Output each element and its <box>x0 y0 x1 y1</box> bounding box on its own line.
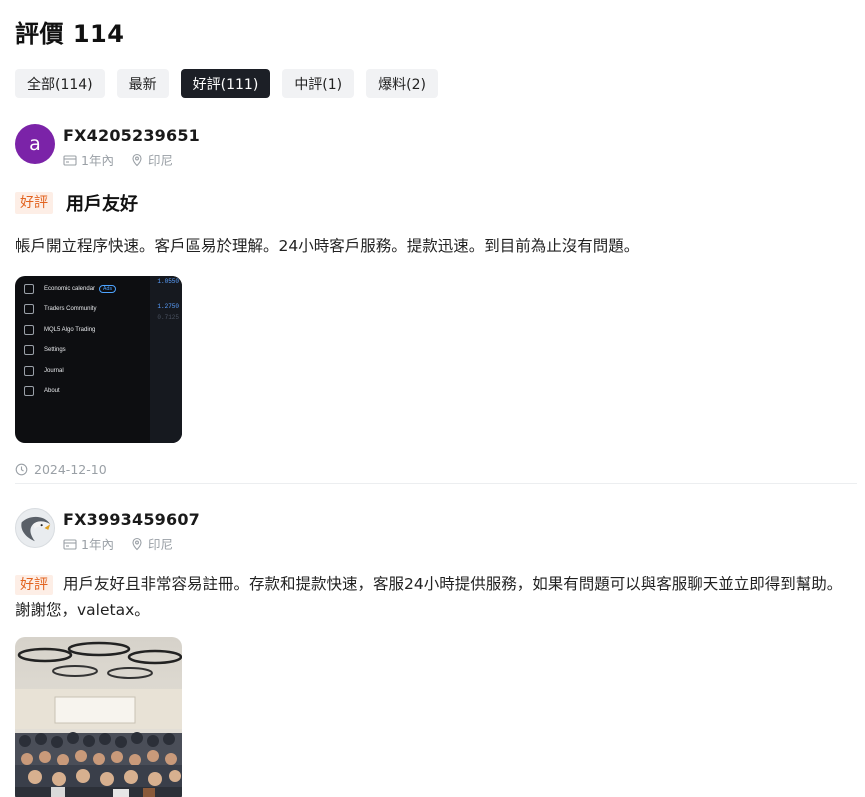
user-location: 印尼 <box>147 153 173 168</box>
menu-item-label: About <box>44 388 60 394</box>
user-info: FX3993459607 1年內 印尼 <box>63 508 200 553</box>
price-value: 0.7125 <box>157 314 179 321</box>
price-value: 1.2750 <box>157 303 179 310</box>
review-user-row: FX3993459607 1年內 印尼 <box>15 508 855 553</box>
review-card: a FX4205239651 1年內 印尼 好評 用戶友好 帳戶開立程序快速。客… <box>15 124 855 477</box>
review-card: FX3993459607 1年內 印尼 好評 用戶友好且非常容易註冊。存款和提款快… <box>15 508 855 797</box>
avatar[interactable]: a <box>15 124 55 164</box>
tab-all[interactable]: 全部(114) <box>15 69 105 98</box>
review-body: 好評 用戶友好且非常容易註冊。存款和提款快速，客服24小時提供服務，如果有問題可以… <box>15 571 855 623</box>
user-info: FX4205239651 1年內 印尼 <box>63 124 200 169</box>
reviews-page: 評價 114 全部(114) 最新 好評(111) 中評(1) 爆料(2) a … <box>0 0 865 797</box>
menu-item-label: Economic calendar <box>44 286 96 292</box>
review-user-row: a FX4205239651 1年內 印尼 <box>15 124 855 169</box>
menu-item-label: MQL5 Algo Trading <box>44 327 96 333</box>
filter-tabs: 全部(114) 最新 好評(111) 中評(1) 爆料(2) <box>15 69 438 98</box>
tab-neutral[interactable]: 中評(1) <box>282 69 355 98</box>
tab-latest[interactable]: 最新 <box>116 69 169 98</box>
account-duration: 1年內 <box>81 537 114 552</box>
review-divider <box>15 483 857 484</box>
clock-icon <box>15 463 28 476</box>
account-duration: 1年內 <box>81 153 114 168</box>
price-value: 1.0550 <box>157 278 179 285</box>
id-card-icon <box>63 537 77 551</box>
id-card-icon <box>63 153 77 167</box>
eagle-logo-icon <box>21 516 51 542</box>
review-text: 用戶友好且非常容易註冊。存款和提款快速，客服24小時提供服務，如果有問題可以與客… <box>15 575 843 619</box>
review-text: 帳戶開立程序快速。客戶區易於理解。24小時客戶服務。提款迅速。到目前為止沒有問題… <box>15 237 640 255</box>
menu-item-label: Journal <box>44 368 64 374</box>
rating-badge: 好評 <box>15 192 53 214</box>
community-icon <box>24 304 34 314</box>
journal-icon <box>24 366 34 376</box>
review-image[interactable]: Economic calendar Ads Traders Community … <box>15 276 182 443</box>
user-meta: 1年內 印尼 <box>63 534 200 553</box>
location-pin-icon <box>130 153 144 167</box>
app-menu-item: Traders Community <box>24 304 96 314</box>
calendar-icon <box>24 284 34 294</box>
page-title: 評價 114 <box>15 20 125 48</box>
user-meta: 1年內 印尼 <box>63 150 200 169</box>
review-title: 用戶友好 <box>66 194 138 215</box>
username[interactable]: FX3993459607 <box>63 510 200 529</box>
avatar[interactable] <box>15 508 55 548</box>
menu-item-label: Settings <box>44 347 66 353</box>
tab-exposure[interactable]: 爆料(2) <box>366 69 438 98</box>
menu-tag: Ads <box>99 285 117 293</box>
app-menu-item: Settings <box>24 345 66 355</box>
group-photo-image <box>15 637 182 797</box>
app-menu-item: About <box>24 386 60 396</box>
review-date: 2024-12-10 <box>34 462 107 477</box>
user-location: 印尼 <box>147 537 173 552</box>
location-pin-icon <box>130 537 144 551</box>
review-date-row: 2024-12-10 <box>15 462 855 477</box>
avatar-letter: a <box>29 133 41 155</box>
review-image[interactable] <box>15 637 182 797</box>
app-menu-item: MQL5 Algo Trading <box>24 325 95 335</box>
gear-icon <box>24 345 34 355</box>
tab-positive[interactable]: 好評(111) <box>180 69 271 98</box>
app-menu-item: Economic calendar Ads <box>24 284 117 294</box>
username[interactable]: FX4205239651 <box>63 126 200 145</box>
chart-side-panel: 1.0550 1.2750 0.7125 <box>150 276 182 443</box>
send-icon <box>24 325 34 335</box>
rating-badge: 好評 <box>15 575 53 595</box>
app-menu-item: Journal <box>24 366 64 376</box>
info-icon <box>24 386 34 396</box>
menu-item-label: Traders Community <box>44 306 97 312</box>
rating-row: 好評 用戶友好 <box>15 190 855 216</box>
